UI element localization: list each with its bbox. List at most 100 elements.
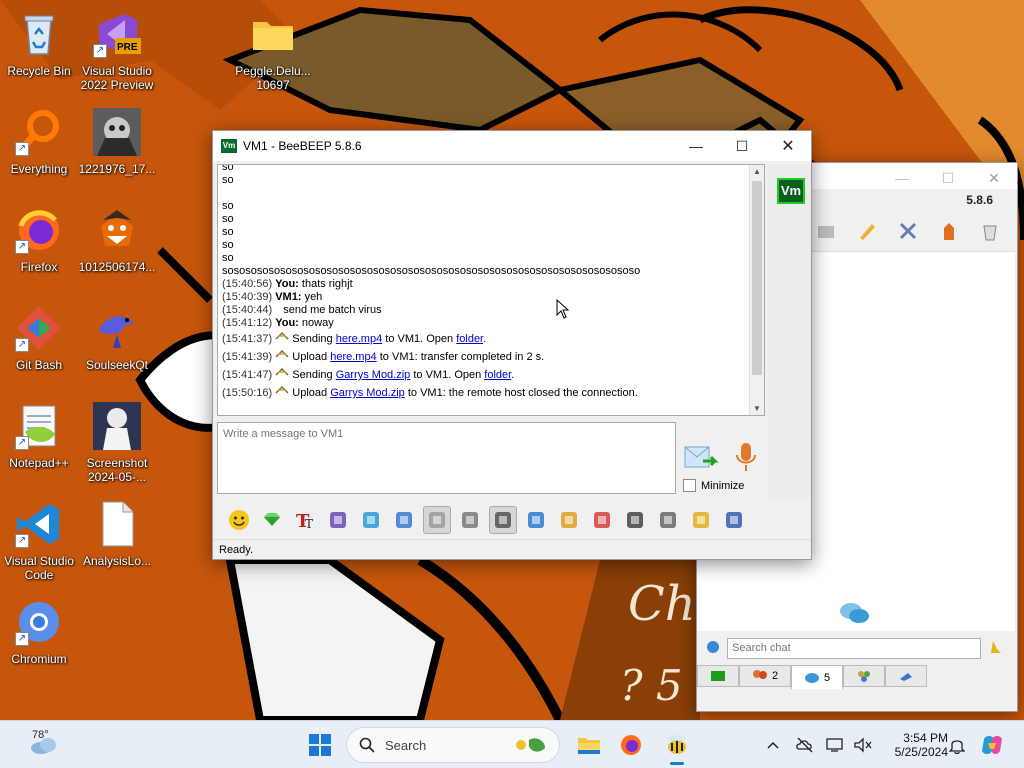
desktop-icon-firefox[interactable]: ↗ Firefox [0,202,78,294]
bottom-tabs: 2 5 [697,665,1019,689]
filter-button[interactable] [357,506,385,534]
file-transfer-message: (15:41:39) Upload here.mp4 to VM1: trans… [222,348,747,366]
edit-icon[interactable] [853,217,881,245]
notepad-button[interactable] [687,506,715,534]
tab-chats[interactable]: 5 [791,665,843,689]
network-status[interactable] [794,733,816,757]
notifications-button[interactable] [946,733,968,757]
chat-message: so [222,174,747,187]
tab-status[interactable] [697,665,739,687]
user-avatar[interactable]: Vm [777,178,805,204]
minimize-checkbox-row[interactable]: Minimize [683,479,744,492]
desktop-icon-soulseekqt[interactable]: SoulseekQt [78,300,156,392]
taskbar-search-box[interactable]: Search [346,727,560,763]
chat-bubbles-icon [839,600,871,631]
desktop-icon-label: Screenshot 2024-05-... [86,456,148,484]
maximize-button[interactable]: ☐ [925,163,971,193]
tools-icon[interactable] [894,217,922,245]
message-text: so [222,252,234,264]
minimize-button[interactable]: — [879,163,925,193]
display-icon-button[interactable] [824,733,846,757]
text-format-icon: TT [296,511,313,531]
file-link[interactable]: Garrys Mod.zip [336,369,411,381]
copilot-button[interactable] [978,731,1006,759]
message-timestamp: (15:40:39) [222,291,273,303]
code-icon [594,512,610,528]
keyboard-button[interactable] [654,506,682,534]
close-button[interactable]: ✕ [971,163,1017,193]
open-folder-link[interactable]: folder [484,369,511,381]
desktop-icon-vscode[interactable]: ↗ Visual Studio Code [0,496,78,588]
desktop-icon-analysis-log[interactable]: AnalysisLo... [78,496,156,588]
file-link[interactable]: here.mp4 [330,351,376,363]
minimize-checkbox[interactable] [683,479,696,492]
settings-gear-button[interactable] [390,506,418,534]
desktop-icon-git-bash[interactable]: ↗ Git Bash [0,300,78,392]
tab-users-count: 2 [771,670,779,682]
taskbar-beebeep[interactable] [660,727,694,765]
desktop-icon-screenshot[interactable]: Screenshot 2024-05-... [78,398,156,490]
code-button[interactable] [588,506,616,534]
webcam-button[interactable] [621,506,649,534]
tab-groups[interactable] [843,665,885,687]
file-link[interactable]: here.mp4 [336,333,382,345]
tab-share[interactable] [885,665,927,687]
chat-log[interactable]: so so so so so so so sososososososososososososo… [217,164,765,416]
message-timestamp: (15:41:47) [222,369,273,381]
desktop-icon-image-1012506174[interactable]: 1012506174... [78,202,156,294]
desktop-icon-visual-studio-2022[interactable]: PRE ↗ Visual Studio 2022 Preview [78,6,156,98]
taskbar-search-label: Search [385,737,427,753]
tab-users[interactable]: 2 [739,665,791,687]
smiley-button[interactable] [225,506,253,534]
save-chat-button[interactable] [720,506,748,534]
music-note-button[interactable] [489,506,517,534]
message-input[interactable] [217,422,676,494]
desktop-icon-image-1221976[interactable]: 1221976_17... [78,104,156,196]
green-gem-button[interactable] [258,506,286,534]
transfer-action: Upload [292,387,328,399]
search-chat-input[interactable] [727,637,981,659]
file-link[interactable]: Garrys Mod.zip [330,387,405,399]
desktop-icon-everything[interactable]: ↗ Everything [0,104,78,196]
desktop-icon-recycle-bin[interactable]: Recycle Bin [0,6,78,98]
chat-window-titlebar[interactable]: Vm VM1 - BeeBEEP 5.8.6 — ☐ ✕ [213,131,811,161]
clock[interactable]: 3:54 PM 5/25/2024 [878,727,948,763]
update-icon[interactable] [935,217,963,245]
file-transfer-message: (15:50:16) Upload Garrys Mod.zip to VM1:… [222,384,747,402]
weather-widget[interactable]: 78° [14,727,74,763]
scroll-thumb[interactable] [752,181,762,375]
start-button[interactable] [306,731,334,759]
voice-message-button[interactable] [731,441,761,475]
windows-logo-icon [309,734,331,756]
taskbar-file-explorer[interactable] [574,727,604,763]
desktop-icon-peggle[interactable]: Peggle.Delu... 10697 [234,6,312,98]
send-file-button[interactable] [522,506,550,534]
desktop-icon-notepad-plus-plus[interactable]: ↗ Notepad++ [0,398,78,490]
color-picker-button[interactable] [324,506,352,534]
scroll-up-arrow-icon[interactable]: ▲ [753,167,761,176]
scroll-down-arrow-icon[interactable]: ▼ [753,404,761,413]
chat-scrollbar[interactable]: ▲ ▼ [749,165,764,415]
screenshot-button[interactable] [456,506,484,534]
chat-window-vm1[interactable]: Vm VM1 - BeeBEEP 5.8.6 — ☐ ✕ so so so so so s… [212,130,812,560]
minimize-button[interactable]: — [673,131,719,161]
screenshot-icon [462,512,478,528]
taskbar-firefox[interactable] [616,727,646,763]
maximize-button[interactable]: ☐ [719,131,765,161]
show-hidden-icons-button[interactable] [762,733,784,757]
spell-check-button[interactable] [423,506,451,534]
settings-gear-icon[interactable] [705,639,727,658]
clear-broom-icon[interactable] [989,639,1003,658]
send-folder-button[interactable] [555,506,583,534]
clock-date: 5/25/2024 [894,745,948,759]
volume-button[interactable] [852,733,874,757]
send-button[interactable] [683,443,719,473]
message-sender: VM1: [275,291,302,303]
message-text: so [222,226,234,238]
close-button[interactable]: ✕ [765,131,811,161]
desktop-icon-chromium[interactable]: ↗ Chromium [0,594,78,686]
open-folder-link[interactable]: folder [456,333,483,345]
text-format-button[interactable]: TT [291,506,319,534]
trash-icon[interactable] [976,217,1004,245]
inbox-icon[interactable] [812,217,840,245]
